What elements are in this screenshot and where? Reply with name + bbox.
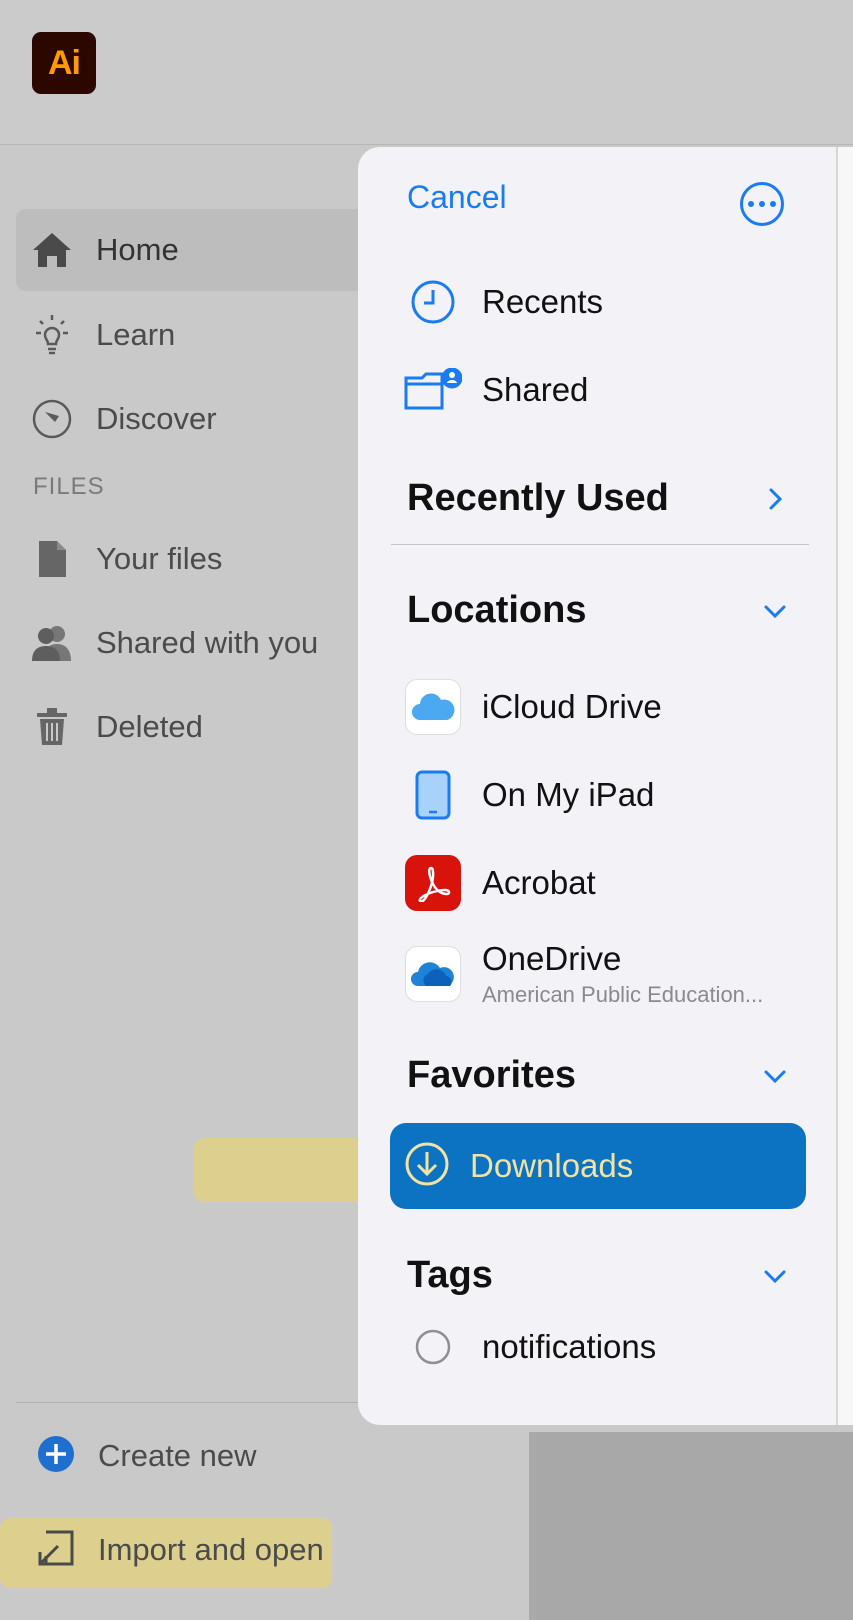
clock-icon [404, 273, 462, 331]
home-icon [30, 228, 74, 272]
import-and-open-label: Import and open [98, 1532, 324, 1567]
shared-row[interactable]: Shared [404, 355, 794, 425]
recents-label: Recents [482, 283, 604, 320]
onedrive-icon [405, 946, 461, 1002]
sidebar-item-label: Shared with you [96, 625, 319, 660]
acrobat-icon [405, 855, 461, 911]
cancel-button[interactable]: Cancel [407, 179, 507, 216]
shared-folder-icon [404, 361, 462, 419]
sidebar-item-label: Deleted [96, 709, 203, 744]
sidebar-item-label: Your files [96, 541, 223, 576]
files-picker-panel: Cancel Recents Shared Recently Used Loca… [358, 147, 838, 1425]
favorite-downloads[interactable]: Downloads [390, 1123, 806, 1209]
chevron-down-icon[interactable] [763, 1264, 787, 1288]
sidebar-divider [16, 1402, 362, 1403]
location-label: iCloud Drive [482, 688, 662, 725]
favorites-heading[interactable]: Favorites [407, 1054, 576, 1097]
trash-icon [30, 705, 74, 749]
location-onedrive[interactable]: OneDrive American Public Education... [404, 929, 794, 1019]
sidebar-item-deleted[interactable]: Deleted [16, 686, 396, 768]
chevron-right-icon[interactable] [763, 487, 787, 511]
file-icon [30, 537, 74, 581]
chevron-down-icon[interactable] [763, 1064, 787, 1088]
compass-icon [30, 397, 74, 441]
sidebar-item-discover[interactable]: Discover [16, 378, 396, 460]
sidebar-item-label: Home [96, 232, 179, 267]
location-acrobat[interactable]: Acrobat [404, 848, 794, 918]
location-label: On My iPad [482, 776, 655, 813]
import-and-open-button[interactable]: Import and open [36, 1520, 324, 1580]
chevron-down-icon[interactable] [763, 599, 787, 623]
lightbulb-icon [30, 313, 74, 357]
plus-circle-icon [36, 1434, 76, 1479]
tag-circle-icon [404, 1318, 462, 1376]
ipad-icon [404, 766, 462, 824]
location-label: OneDrive [482, 940, 622, 977]
icloud-icon [405, 679, 461, 735]
locations-heading[interactable]: Locations [407, 589, 586, 632]
recently-used-heading[interactable]: Recently Used [407, 477, 669, 520]
tag-label: notifications [482, 1328, 657, 1365]
download-circle-icon [404, 1141, 450, 1192]
picker-edge [838, 147, 853, 1425]
files-section-heading: FILES [33, 473, 105, 500]
location-on-my-ipad[interactable]: On My iPad [404, 760, 794, 830]
sidebar-item-home[interactable]: Home [16, 209, 396, 291]
recents-row[interactable]: Recents [404, 267, 794, 337]
favorite-label: Downloads [470, 1147, 634, 1184]
location-icloud-drive[interactable]: iCloud Drive [404, 672, 794, 742]
sidebar-item-label: Learn [96, 317, 176, 352]
section-divider [391, 544, 809, 545]
top-bar: Ai [0, 0, 853, 145]
sidebar-item-learn[interactable]: Learn [16, 294, 396, 376]
shared-label: Shared [482, 371, 589, 408]
sidebar-item-your-files[interactable]: Your files [16, 518, 396, 600]
tag-notifications[interactable]: notifications [404, 1312, 794, 1382]
sidebar-item-shared-with-you[interactable]: Shared with you [16, 602, 396, 684]
ellipsis-circle-icon[interactable] [740, 182, 784, 226]
create-new-label: Create new [98, 1438, 257, 1473]
create-new-button[interactable]: Create new [36, 1426, 257, 1486]
people-icon [30, 621, 74, 665]
location-sublabel: American Public Education... [482, 982, 764, 1007]
location-label: Acrobat [482, 864, 596, 901]
tags-heading[interactable]: Tags [407, 1254, 493, 1297]
illustrator-logo: Ai [32, 32, 96, 94]
import-icon [36, 1528, 76, 1573]
background-panel [529, 1432, 853, 1620]
sidebar-item-label: Discover [96, 401, 217, 436]
